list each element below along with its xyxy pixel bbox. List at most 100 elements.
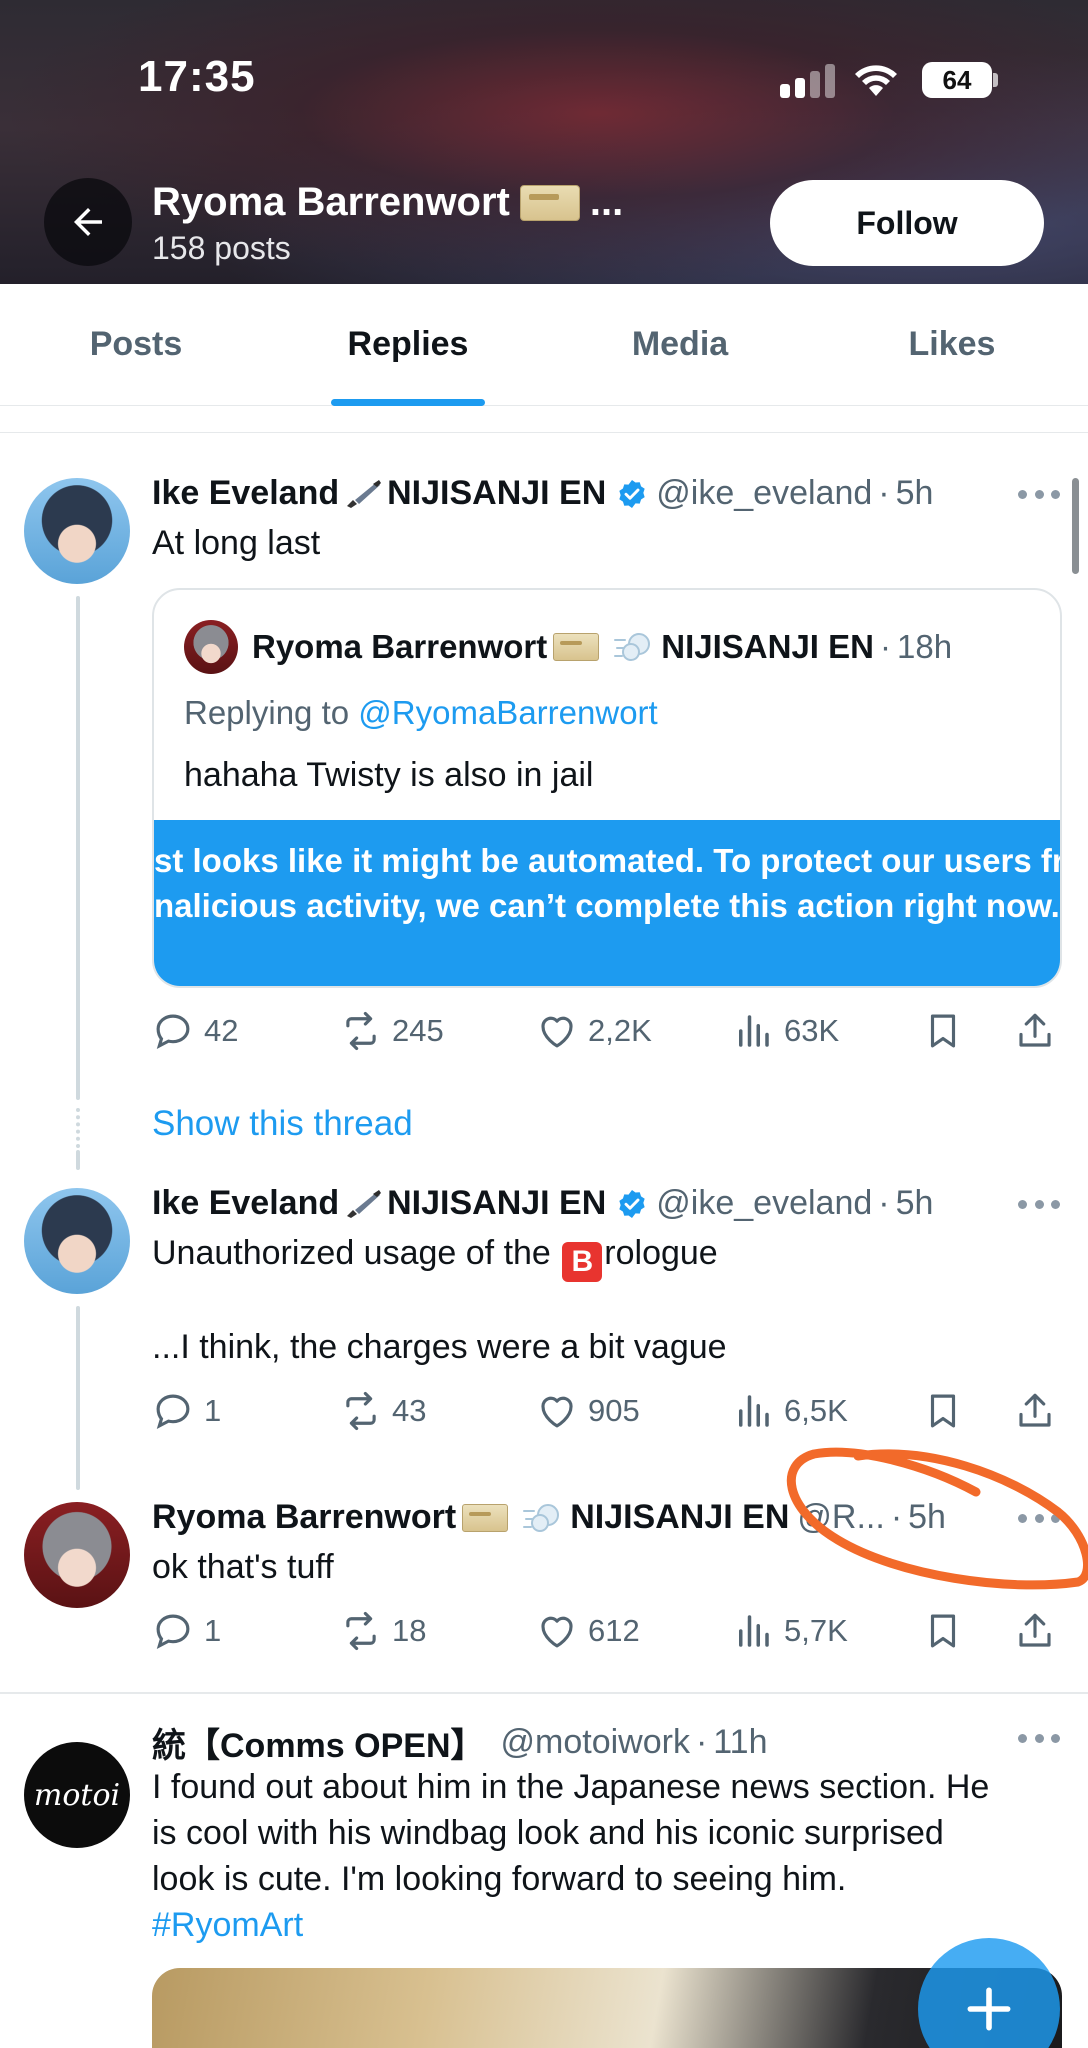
profile-header: 17:35 64 Ryoma Barrenwort ... 158 posts …: [0, 0, 1088, 284]
author-handle[interactable]: @motoiwork: [501, 1723, 690, 1762]
author-org[interactable]: NIJISANJI EN: [570, 1498, 789, 1537]
avatar-ike-eveland[interactable]: [24, 478, 130, 584]
arrow-left-icon: [74, 208, 102, 236]
quoted-media-image[interactable]: st looks like it might be automated. To …: [154, 820, 1060, 986]
share-icon: [1019, 1613, 1051, 1647]
replying-to-link[interactable]: @RyomaBarrenwort: [358, 694, 657, 731]
compose-post-button[interactable]: [918, 1938, 1060, 2048]
battery-icon: 64: [922, 62, 998, 98]
tab-media[interactable]: Media: [544, 284, 816, 405]
repost-button[interactable]: 245: [340, 1010, 444, 1052]
scrollbar[interactable]: [1072, 478, 1079, 574]
avatar-motoiwork[interactable]: motoi: [24, 1742, 130, 1848]
more-options-icon[interactable]: [1018, 1734, 1060, 1746]
thread-line: [76, 1306, 80, 1490]
bookmark-button[interactable]: [922, 1610, 964, 1652]
post-text: I found out about him in the Japanese ne…: [152, 1764, 1072, 1948]
avatar-ryoma-barrenwort[interactable]: [24, 1502, 130, 1608]
author-name[interactable]: 統【Comms OPEN】: [152, 1718, 485, 1767]
share-button[interactable]: [1014, 1010, 1056, 1052]
hashtag-link[interactable]: #RyomArt: [152, 1902, 1072, 1948]
analytics-icon: [739, 1395, 769, 1427]
post-text: Unauthorized usage of the Brologue: [152, 1230, 718, 1282]
bookmark-button[interactable]: [922, 1390, 964, 1432]
follow-button[interactable]: Follow: [770, 180, 1044, 266]
like-button[interactable]: 905: [536, 1390, 640, 1432]
profile-tabs: Posts Replies Media Likes: [0, 284, 1088, 406]
bookmark-icon: [930, 1014, 956, 1048]
divider: [0, 432, 1088, 433]
bookmark-button[interactable]: [922, 1010, 964, 1052]
author-name[interactable]: Ike Eveland: [152, 1184, 339, 1223]
author-name[interactable]: Ryoma Barrenwort: [152, 1498, 456, 1537]
views-button[interactable]: 63K: [732, 1010, 839, 1052]
heart-icon: [541, 1616, 573, 1648]
status-time: 17:35: [138, 52, 256, 101]
share-button[interactable]: [1014, 1390, 1056, 1432]
post-time[interactable]: 11h: [713, 1723, 767, 1762]
post-actions: 1 43 905 6,5K: [152, 1390, 1062, 1436]
paintbrush-emoji: [347, 1189, 382, 1218]
show-thread-link[interactable]: Show this thread: [152, 1104, 413, 1144]
author-handle[interactable]: @ike_eveland: [656, 1184, 872, 1223]
bookmark-icon: [930, 1614, 956, 1648]
author-name[interactable]: Ike Eveland: [152, 474, 339, 513]
paintbrush-emoji: [347, 479, 382, 508]
bookmark-icon: [930, 1394, 956, 1428]
profile-name-ellipsis: ...: [589, 180, 624, 224]
dash-emoji: [614, 633, 651, 661]
repost-icon: [346, 1391, 376, 1431]
views-button[interactable]: 6,5K: [732, 1390, 848, 1432]
heart-icon: [541, 1396, 573, 1428]
views-button[interactable]: 5,7K: [732, 1610, 848, 1652]
repost-button[interactable]: 43: [340, 1390, 426, 1432]
reply-icon: [156, 1394, 190, 1429]
quoted-avatar: [184, 620, 238, 674]
quoted-post[interactable]: Ryoma Barrenwort NIJISANJI EN · 18h Repl…: [152, 588, 1062, 988]
author-handle[interactable]: @R...: [797, 1498, 884, 1537]
post-text: ok that's tuff: [152, 1548, 334, 1586]
analytics-icon: [739, 1015, 769, 1047]
profile-name: Ryoma Barrenwort ...: [152, 180, 623, 225]
author-org[interactable]: NIJISANJI EN: [387, 1184, 606, 1223]
back-button[interactable]: [44, 178, 132, 266]
reply-button[interactable]: 1: [152, 1610, 221, 1652]
post-text: At long last: [152, 524, 321, 562]
more-options-icon[interactable]: [1018, 1200, 1060, 1212]
author-handle[interactable]: @ike_eveland: [656, 474, 872, 513]
like-button[interactable]: 612: [536, 1610, 640, 1652]
post-header: Ryoma Barrenwort NIJISANJI EN @R... · 5h: [152, 1498, 946, 1537]
post-actions: 1 18 612 5,7K: [152, 1610, 1062, 1656]
share-button[interactable]: [1014, 1610, 1056, 1652]
share-icon: [1019, 1393, 1051, 1427]
thread-line: [76, 596, 80, 1100]
reply-button[interactable]: 42: [152, 1010, 238, 1052]
credit-card-emoji: [519, 184, 580, 221]
tab-posts[interactable]: Posts: [0, 284, 272, 405]
analytics-icon: [739, 1615, 769, 1647]
avatar-ike-eveland[interactable]: [24, 1188, 130, 1294]
cellular-signal-icon: [780, 64, 836, 98]
reply-icon: [156, 1614, 190, 1649]
reply-button[interactable]: 1: [152, 1390, 221, 1432]
post-time[interactable]: 5h: [908, 1498, 946, 1537]
tab-replies[interactable]: Replies: [272, 284, 544, 405]
status-bar: 17:35 64: [0, 0, 1088, 160]
more-options-icon[interactable]: [1018, 1514, 1060, 1526]
thread-dots: [76, 1108, 80, 1148]
post-header: 統【Comms OPEN】 @motoiwork · 11h: [152, 1718, 768, 1767]
more-options-icon[interactable]: [1018, 490, 1060, 502]
repost-icon: [346, 1611, 376, 1651]
quoted-text: hahaha Twisty is also in jail: [184, 756, 594, 794]
repost-button[interactable]: 18: [340, 1610, 426, 1652]
repost-icon: [346, 1011, 376, 1051]
author-org[interactable]: NIJISANJI EN: [387, 474, 606, 513]
reply-icon: [156, 1014, 190, 1049]
post-time[interactable]: 5h: [896, 474, 934, 513]
post-time[interactable]: 5h: [896, 1184, 934, 1223]
profile-post-count: 158 posts: [152, 230, 291, 266]
post-header: Ike Eveland NIJISANJI EN @ike_eveland · …: [152, 474, 934, 513]
like-button[interactable]: 2,2K: [536, 1010, 652, 1052]
credit-card-emoji: [553, 633, 600, 661]
tab-likes[interactable]: Likes: [816, 284, 1088, 405]
